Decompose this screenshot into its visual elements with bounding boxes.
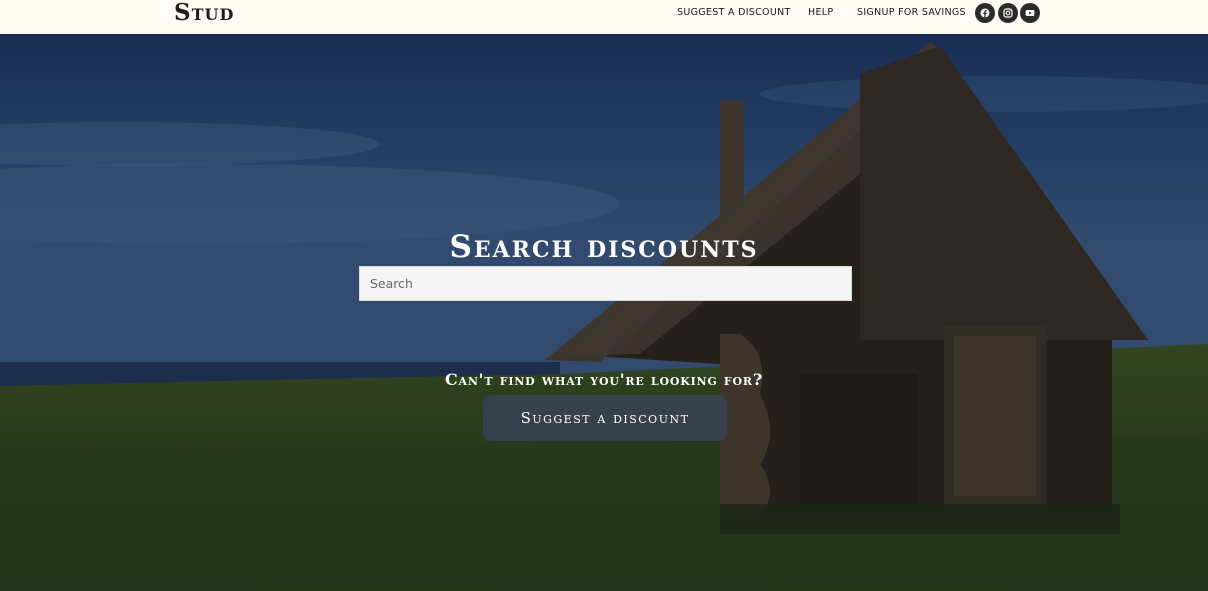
facebook-icon[interactable] <box>975 3 995 23</box>
hero-title: Search discounts <box>449 229 759 265</box>
search-input[interactable] <box>359 266 852 301</box>
hero-section: Search discounts Can't find what you're … <box>0 34 1208 591</box>
nav-suggest-discount[interactable]: SUGGEST A DISCOUNT <box>677 7 791 19</box>
site-logo[interactable]: Stud <box>174 1 234 25</box>
hero-dark-overlay <box>0 34 1208 591</box>
youtube-icon[interactable] <box>1020 3 1040 23</box>
suggest-discount-button[interactable]: Suggest a discount <box>483 395 727 441</box>
site-header: Stud SUGGEST A DISCOUNT HELP SIGNUP FOR … <box>0 0 1208 34</box>
nav-help[interactable]: HELP <box>808 7 833 19</box>
cta-prompt-text: Can't find what you're looking for? <box>444 370 764 389</box>
instagram-icon[interactable] <box>998 3 1018 23</box>
nav-signup-for-savings[interactable]: SIGNUP FOR SAVINGS <box>857 7 966 19</box>
